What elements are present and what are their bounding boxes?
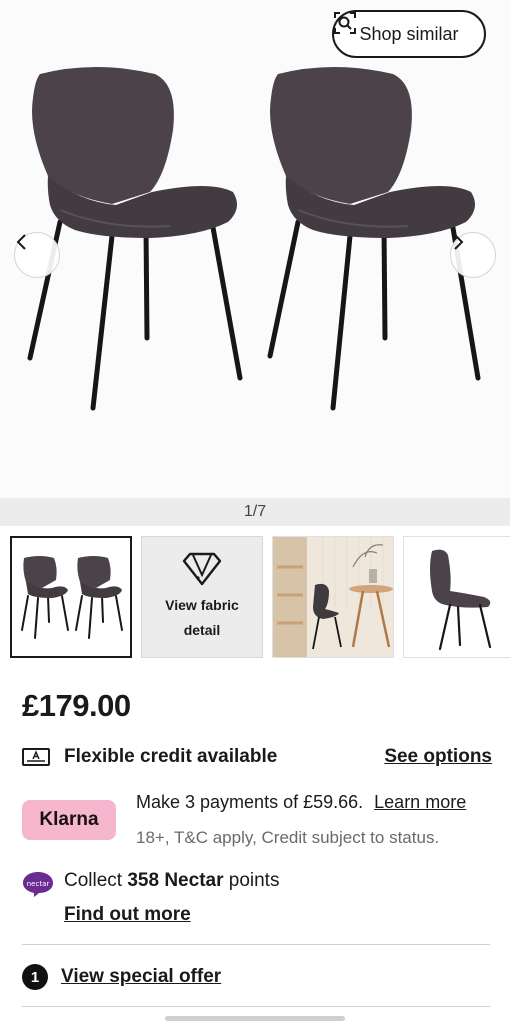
find-out-more-link[interactable]: Find out more	[64, 904, 191, 926]
divider	[22, 1006, 490, 1007]
chair-left	[27, 67, 243, 411]
nectar-logo-text: nectar	[27, 880, 50, 888]
flexible-credit-row: Flexible credit available See options	[22, 742, 492, 772]
product-image	[27, 67, 481, 411]
visual-search-icon	[334, 12, 356, 34]
previous-image-button[interactable]	[14, 232, 60, 278]
chevron-left-icon	[16, 234, 26, 250]
view-fabric-detail-thumbnail[interactable]: View fabric detail	[141, 536, 263, 658]
thumbnail-image	[21, 556, 123, 639]
thumbnail-strip[interactable]: View fabric detail	[0, 536, 510, 660]
product-image-gallery[interactable]: Shop similar	[0, 0, 510, 498]
learn-more-link[interactable]: Learn more	[374, 792, 466, 812]
nectar-points-value: 358 Nectar	[127, 870, 224, 891]
credit-card-icon	[22, 748, 50, 766]
view-fabric-detail-label: View fabric detail	[165, 597, 239, 638]
shop-similar-label: Shop similar	[359, 23, 459, 44]
nectar-prefix: Collect	[64, 870, 128, 891]
image-counter: 1/7	[0, 498, 510, 526]
klarna-offer: Make 3 payments of £59.66. Learn more	[136, 792, 466, 813]
chair-right	[267, 67, 481, 411]
chevron-right-icon	[454, 234, 464, 250]
nectar-points: Collect 358 Nectar points	[64, 870, 279, 892]
image-counter-text: 1/7	[243, 503, 267, 520]
next-image-button[interactable]	[450, 232, 496, 278]
thumbnail-image	[430, 549, 492, 651]
offer-count-badge: 1	[22, 964, 48, 990]
klarna-terms: 18+, T&C apply, Credit subject to status…	[136, 828, 440, 847]
thumbnail-image	[273, 537, 393, 657]
view-special-offer-link[interactable]: View special offer	[61, 966, 221, 988]
home-indicator	[165, 1016, 345, 1021]
flexible-credit-label: Flexible credit available	[64, 746, 278, 767]
fabric-swatch-icon	[182, 552, 222, 586]
divider	[22, 944, 490, 945]
product-price: £179.00	[22, 688, 131, 723]
special-offer-row[interactable]: 1 View special offer	[22, 962, 221, 992]
nectar-logo-icon: nectar	[23, 872, 53, 897]
see-options-link[interactable]: See options	[384, 746, 492, 768]
thumbnail-pair-of-chairs[interactable]	[10, 536, 132, 658]
thumbnail-chair-side-view[interactable]	[403, 536, 510, 658]
klarna-offer-text: Make 3 payments of £59.66.	[136, 792, 364, 812]
nectar-suffix: points	[223, 870, 280, 891]
shop-similar-button[interactable]: Shop similar	[332, 10, 486, 58]
klarna-logo: Klarna	[22, 800, 116, 840]
thumbnail-chair-in-dining-room[interactable]	[272, 536, 394, 658]
